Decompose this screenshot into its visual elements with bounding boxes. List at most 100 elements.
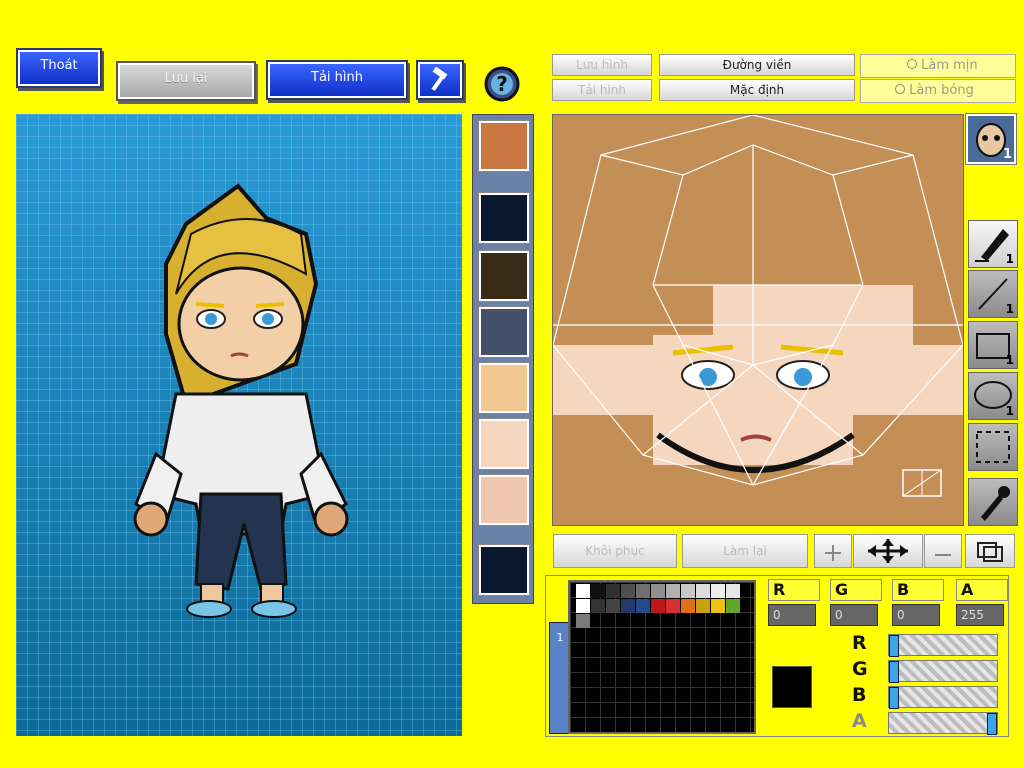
a-value-field[interactable]: 255 (956, 604, 1004, 626)
color-panel: 1 R G B A 0 0 0 255 R G B A (545, 575, 1009, 737)
reload-button[interactable]: Tải hình (268, 62, 406, 98)
r-value-field[interactable]: 0 (768, 604, 816, 626)
eyedropper-tool[interactable] (968, 478, 1018, 526)
palette-swatch[interactable] (666, 599, 680, 613)
restore-button[interactable]: Khôi phục (553, 534, 677, 568)
palette-swatch[interactable] (711, 584, 725, 598)
r-channel-header[interactable]: R (768, 579, 820, 601)
svg-text:?: ? (496, 72, 508, 96)
slot-empty-2[interactable] (479, 545, 529, 595)
palette-swatch[interactable] (621, 599, 635, 613)
outline-button[interactable]: Đường viền (659, 54, 855, 76)
eyedropper-icon (981, 486, 1010, 521)
r-slider-label: R (852, 632, 867, 654)
palette-swatch[interactable] (726, 584, 740, 598)
slot-shirt[interactable] (479, 307, 529, 357)
palette-swatch[interactable] (606, 599, 620, 613)
move-button[interactable] (853, 534, 923, 568)
rectangle-count: 1 (1005, 353, 1014, 367)
slot-face-blush[interactable] (479, 475, 529, 525)
character-preview[interactable] (16, 114, 462, 736)
shade-option[interactable]: Làm bóng (860, 79, 1016, 103)
a-slider[interactable] (888, 712, 998, 735)
palette-swatch[interactable] (651, 584, 665, 598)
a-slider-thumb[interactable] (987, 713, 997, 735)
avatar-badge[interactable]: 1 (966, 114, 1016, 164)
move-arrows-icon (868, 539, 908, 563)
save-button[interactable]: Lưu lại (118, 63, 254, 99)
palette-swatch[interactable] (696, 599, 710, 613)
g-slider-label: G (852, 658, 868, 680)
face-texture (553, 115, 963, 497)
load-image-button[interactable]: Tải hình (552, 79, 652, 101)
g-slider[interactable] (888, 660, 998, 683)
slot-hair[interactable] (479, 251, 529, 301)
palette-swatch[interactable] (726, 599, 740, 613)
minus-icon (935, 554, 951, 556)
smooth-label: Làm mịn (921, 58, 978, 73)
palette-swatch[interactable] (621, 584, 635, 598)
ellipse-tool[interactable]: 1 (968, 372, 1018, 420)
part-slot-panel (472, 114, 534, 604)
palette-swatch[interactable] (576, 614, 590, 628)
pen-count: 1 (1005, 252, 1014, 266)
palette-grid[interactable] (568, 580, 756, 734)
b-slider-label: B (852, 684, 867, 706)
palette-swatch[interactable] (591, 584, 605, 598)
line-count: 1 (1005, 302, 1014, 316)
g-slider-thumb[interactable] (889, 661, 899, 683)
palette-swatches (576, 584, 741, 629)
character-figure (133, 183, 349, 618)
palette-swatch[interactable] (696, 584, 710, 598)
r-slider[interactable] (888, 634, 998, 657)
slot-face[interactable] (479, 419, 529, 469)
palette-swatch[interactable] (576, 599, 590, 613)
a-slider-label: A (852, 710, 867, 732)
b-slider[interactable] (888, 686, 998, 709)
g-value-field[interactable]: 0 (830, 604, 878, 626)
default-button[interactable]: Mặc định (659, 79, 855, 101)
pen-tool[interactable]: 1 (968, 220, 1018, 268)
redo-button[interactable]: Làm lại (682, 534, 808, 568)
rectangle-tool[interactable]: 1 (968, 321, 1018, 369)
palette-swatch[interactable] (711, 599, 725, 613)
palette-swatch[interactable] (681, 599, 695, 613)
help-button[interactable]: ? (484, 66, 520, 102)
save-image-button[interactable]: Lưu hình (552, 54, 652, 76)
palette-swatch[interactable] (576, 584, 590, 598)
exit-button[interactable]: Thoát (18, 50, 100, 86)
smooth-radio[interactable] (907, 59, 917, 69)
layer-button[interactable] (965, 534, 1015, 568)
palette-swatch[interactable] (651, 599, 665, 613)
line-tool[interactable]: 1 (968, 270, 1018, 318)
ellipse-count: 1 (1005, 404, 1014, 418)
palette-swatch[interactable] (666, 584, 680, 598)
slot-eyes[interactable] (479, 363, 529, 413)
marquee-icon (976, 431, 1010, 463)
texture-canvas[interactable] (552, 114, 964, 526)
zoom-out-button[interactable] (924, 534, 962, 568)
b-channel-header[interactable]: B (892, 579, 944, 601)
select-tool[interactable] (968, 423, 1018, 471)
palette-swatch[interactable] (591, 599, 605, 613)
slot-hair-face[interactable] (479, 121, 529, 171)
b-value-field[interactable]: 0 (892, 604, 940, 626)
a-channel-header[interactable]: A (956, 579, 1008, 601)
palette-swatch[interactable] (681, 584, 695, 598)
b-slider-thumb[interactable] (889, 687, 899, 709)
slot-empty-1[interactable] (479, 193, 529, 243)
shade-radio[interactable] (895, 84, 905, 94)
zoom-in-button[interactable] (814, 534, 852, 568)
r-slider-thumb[interactable] (889, 635, 899, 657)
hammer-icon (431, 66, 448, 91)
palette-swatch[interactable] (636, 584, 650, 598)
palette-swatch[interactable] (606, 584, 620, 598)
current-color-swatch (772, 666, 812, 708)
palette-tab-1[interactable]: 1 (550, 631, 570, 644)
avatar-badge-count: 1 (1002, 147, 1012, 162)
smooth-option[interactable]: Làm mịn (860, 54, 1016, 78)
g-channel-header[interactable]: G (830, 579, 882, 601)
shade-label: Làm bóng (909, 83, 974, 98)
palette-swatch[interactable] (636, 599, 650, 613)
hammer-button[interactable] (418, 62, 462, 98)
